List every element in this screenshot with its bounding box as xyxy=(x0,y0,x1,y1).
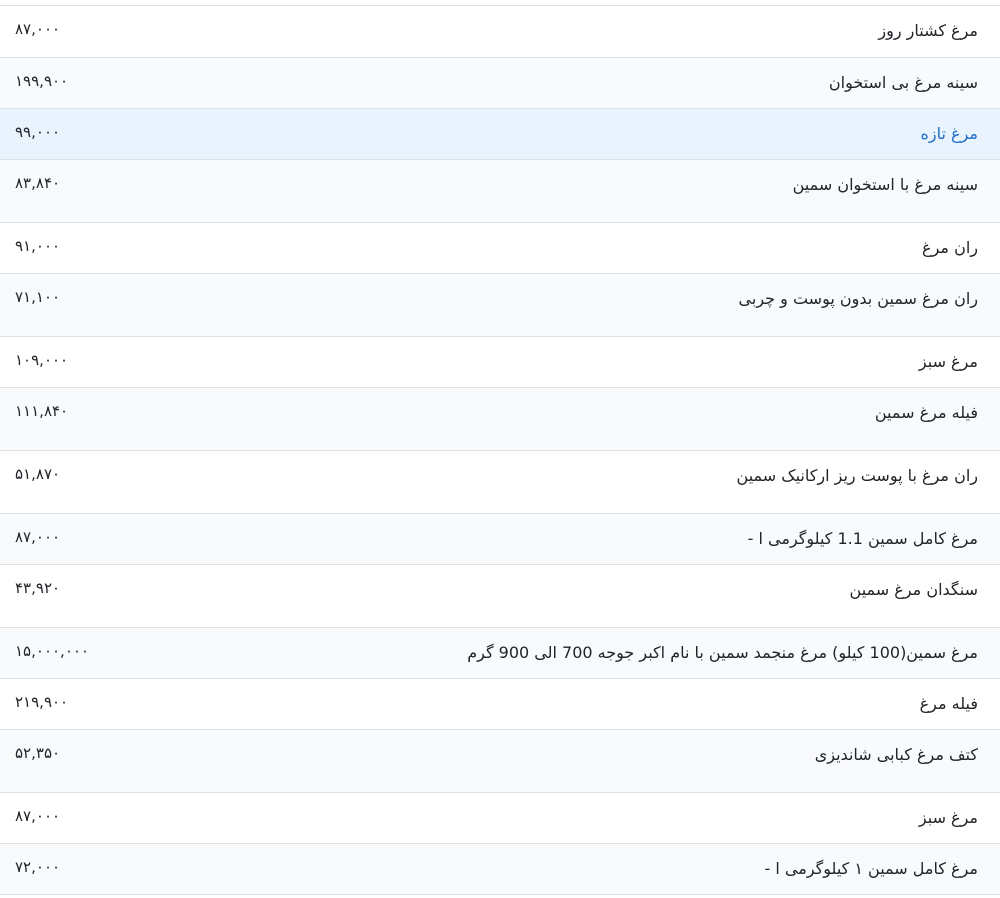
product-name-cell[interactable]: سینه مرغ بی استخوان xyxy=(360,57,1000,108)
product-name-cell[interactable]: کتف مرغ کبابی شاندیزی xyxy=(360,729,1000,792)
product-name-cell[interactable]: مرغ کشتار روز xyxy=(360,6,1000,57)
price-cell: ۴۳,۹۲۰ xyxy=(15,578,61,597)
table-row[interactable]: ۵۲,۳۵۰ کتف مرغ کبابی شاندیزی xyxy=(0,729,1000,792)
price-table-body: ۸۷,۰۰۰ مرغ کشتار روز ۱۹۹,۹۰۰ سینه مرغ بی اس… xyxy=(0,6,1000,894)
price-cell: ۵۱,۸۷۰ xyxy=(15,464,61,483)
table-row[interactable]: ۸۷,۰۰۰ مرغ سبز xyxy=(0,792,1000,843)
table-row[interactable]: ۹۱,۰۰۰ ران مرغ xyxy=(0,222,1000,273)
product-name-link[interactable]: کتف مرغ کبابی شاندیزی xyxy=(815,745,978,764)
price-cell: ۱۱۱,۸۴۰ xyxy=(15,401,69,420)
price-list-page: ۸۷,۰۰۰ مرغ کشتار روز ۱۹۹,۹۰۰ سینه مرغ بی اس… xyxy=(0,0,1000,898)
product-name-link[interactable]: فیله مرغ xyxy=(920,694,978,713)
product-name-link[interactable]: مرغ سبز xyxy=(919,352,978,371)
product-name-link[interactable]: سنگدان مرغ سمین xyxy=(850,580,978,599)
table-row[interactable]: ۱۵,۰۰۰,۰۰۰ مرغ سمین(100 کیلو) مرغ منجمد س… xyxy=(0,627,1000,678)
product-name-cell[interactable]: مرغ کامل سمین 1.1 کیلوگرمی ا - xyxy=(360,513,1000,564)
price-cell: ۷۲,۰۰۰ xyxy=(15,857,61,876)
product-name-cell[interactable]: فیله مرغ سمین xyxy=(360,387,1000,450)
product-name-cell[interactable]: مرغ تازه xyxy=(360,108,1000,159)
product-name-cell[interactable]: سینه مرغ با استخوان سمین xyxy=(360,159,1000,222)
table-row[interactable]: ۱۱۱,۸۴۰ فیله مرغ سمین xyxy=(0,387,1000,450)
table-row[interactable]: ۸۷,۰۰۰ مرغ کامل سمین 1.1 کیلوگرمی ا - xyxy=(0,513,1000,564)
product-name-cell[interactable]: سنگدان مرغ سمین xyxy=(360,564,1000,627)
product-name-link[interactable]: مرغ کامل سمین ۱ کیلوگرمی ا - xyxy=(765,859,978,878)
table-row[interactable]: ۱۹۹,۹۰۰ سینه مرغ بی استخوان xyxy=(0,57,1000,108)
table-row[interactable]: ۷۲,۰۰۰ مرغ کامل سمین ۱ کیلوگرمی ا - xyxy=(0,843,1000,894)
product-name-link[interactable]: مرغ سمین(100 کیلو) مرغ منجمد سمین با نام… xyxy=(467,643,978,662)
product-name-link[interactable]: سینه مرغ بی استخوان xyxy=(829,73,978,92)
price-cell: ۹۱,۰۰۰ xyxy=(15,236,61,255)
table-row[interactable]: ۱۰۹,۰۰۰ مرغ سبز xyxy=(0,336,1000,387)
product-name-cell[interactable]: مرغ سبز xyxy=(360,336,1000,387)
price-cell: ۸۳,۸۴۰ xyxy=(15,173,61,192)
product-name-cell[interactable]: مرغ سمین(100 کیلو) مرغ منجمد سمین با نام… xyxy=(360,627,1000,678)
price-cell: ۲۱۹,۹۰۰ xyxy=(15,692,69,711)
price-cell: ۵۲,۳۵۰ xyxy=(15,743,61,762)
price-cell: ۷۱,۱۰۰ xyxy=(15,287,61,306)
product-name-link[interactable]: ران مرغ xyxy=(922,238,978,257)
product-name-link[interactable]: مرغ سبز xyxy=(919,808,978,827)
product-name-cell[interactable]: ران مرغ با پوست ریز ارکانیک سمین xyxy=(360,450,1000,513)
table-row[interactable]: ۸۷,۰۰۰ مرغ کشتار روز xyxy=(0,6,1000,57)
product-name-cell[interactable]: مرغ سبز xyxy=(360,792,1000,843)
product-name-cell[interactable]: فیله مرغ xyxy=(360,678,1000,729)
price-cell: ۸۷,۰۰۰ xyxy=(15,527,61,546)
price-cell: ۸۷,۰۰۰ xyxy=(15,20,61,38)
product-name-link[interactable]: مرغ تازه xyxy=(921,124,978,143)
table-row[interactable]: ۸۳,۸۴۰ سینه مرغ با استخوان سمین xyxy=(0,159,1000,222)
price-cell: ۱۵,۰۰۰,۰۰۰ xyxy=(15,641,89,660)
product-name-link[interactable]: سینه مرغ با استخوان سمین xyxy=(793,175,978,194)
product-name-link[interactable]: فیله مرغ سمین xyxy=(875,403,978,422)
product-name-cell[interactable]: مرغ کامل سمین ۱ کیلوگرمی ا - xyxy=(360,843,1000,894)
product-name-link[interactable]: مرغ کشتار روز xyxy=(878,21,978,40)
table-row[interactable]: ۹۹,۰۰۰ مرغ تازه xyxy=(0,108,1000,159)
product-name-link[interactable]: ران مرغ با پوست ریز ارکانیک سمین xyxy=(737,466,978,485)
table-row[interactable]: ۴۳,۹۲۰ سنگدان مرغ سمین xyxy=(0,564,1000,627)
price-cell: ۱۹۹,۹۰۰ xyxy=(15,71,69,90)
table-row[interactable]: ۵۱,۸۷۰ ران مرغ با پوست ریز ارکانیک سمین xyxy=(0,450,1000,513)
price-cell: ۱۰۹,۰۰۰ xyxy=(15,350,69,369)
table-row[interactable]: ۲۱۹,۹۰۰ فیله مرغ xyxy=(0,678,1000,729)
chicken-price-table: ۸۷,۰۰۰ مرغ کشتار روز ۱۹۹,۹۰۰ سینه مرغ بی اس… xyxy=(0,6,1000,895)
product-name-cell[interactable]: ران مرغ xyxy=(360,222,1000,273)
product-name-cell[interactable]: ران مرغ سمین بدون پوست و چربی xyxy=(360,273,1000,336)
product-name-link[interactable]: ران مرغ سمین بدون پوست و چربی xyxy=(739,289,978,308)
product-name-link[interactable]: مرغ کامل سمین 1.1 کیلوگرمی ا - xyxy=(748,529,978,548)
table-row[interactable]: ۷۱,۱۰۰ ران مرغ سمین بدون پوست و چربی xyxy=(0,273,1000,336)
price-cell: ۹۹,۰۰۰ xyxy=(15,122,61,141)
price-cell: ۸۷,۰۰۰ xyxy=(15,806,61,825)
